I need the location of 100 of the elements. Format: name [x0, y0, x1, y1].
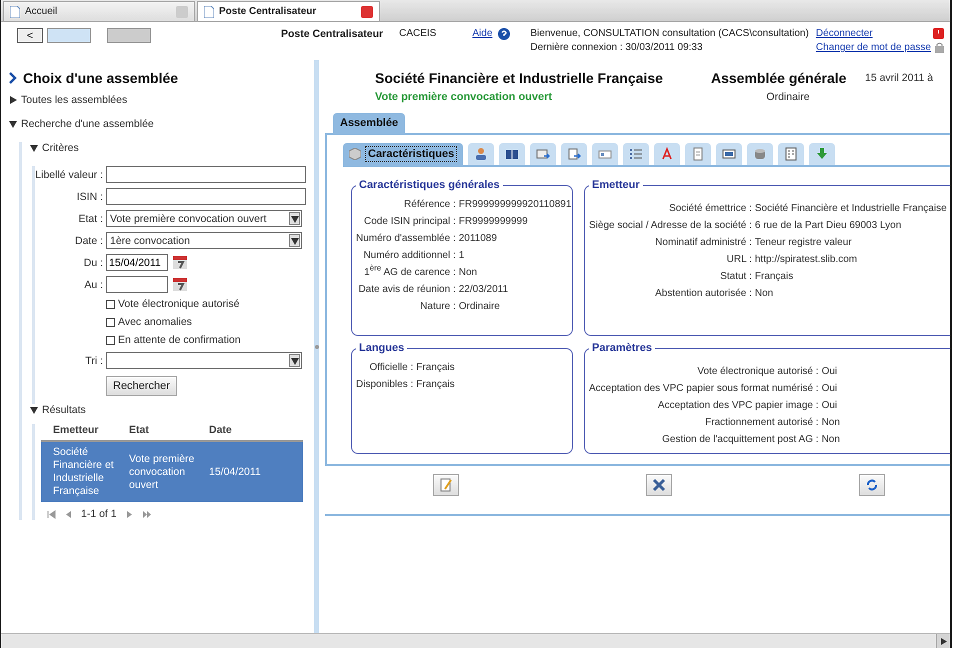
- browser-tab[interactable]: Poste Centralisateur: [197, 1, 380, 21]
- field-value: FR9999999999: [458, 216, 529, 228]
- field-label: Abstention autorisée :: [654, 288, 752, 300]
- icon-tab[interactable]: [747, 143, 774, 165]
- triangle-down-icon: [290, 214, 298, 222]
- browser-tab[interactable]: Accueil: [3, 1, 195, 21]
- lock-icon[interactable]: [935, 42, 944, 53]
- dropdown-icon[interactable]: [289, 234, 300, 247]
- icon-tab[interactable]: [685, 143, 712, 165]
- field-value: Français: [416, 362, 456, 374]
- calendar-icon[interactable]: [172, 276, 188, 292]
- group-title: Emetteur: [591, 179, 641, 191]
- field-label: Code ISIN principal :: [363, 216, 456, 228]
- back-button[interactable]: <: [17, 28, 43, 43]
- meeting-date: 15 avril 2011 à: [865, 71, 934, 86]
- field-label: Référence :: [403, 199, 456, 211]
- select-field[interactable]: Vote première convocation ouvert: [106, 210, 302, 227]
- field-label: Statut :: [719, 271, 752, 283]
- field-label: Du :: [82, 256, 103, 268]
- triangle-down-icon: [30, 406, 38, 414]
- first-page-icon[interactable]: [47, 510, 56, 518]
- edit-button[interactable]: [433, 474, 459, 496]
- tab[interactable]: Caractéristiques: [343, 143, 464, 165]
- scroll-right-icon[interactable]: [940, 638, 946, 644]
- date-field[interactable]: 15/04/2011: [106, 254, 168, 271]
- section-toggle[interactable]: Critères: [30, 142, 311, 154]
- icon-tab[interactable]: [778, 143, 804, 165]
- field-label: Nominatif administré :: [654, 237, 752, 249]
- search-button[interactable]: Rechercher: [106, 376, 177, 396]
- next-page-icon[interactable]: [124, 510, 134, 518]
- field-value: 1: [458, 250, 466, 262]
- edit-icon: [439, 478, 453, 492]
- checkbox[interactable]: [106, 318, 115, 326]
- delete-button[interactable]: [646, 474, 672, 496]
- power-icon[interactable]: [933, 28, 944, 39]
- field-value: Non: [822, 417, 841, 429]
- checkbox-label: Avec anomalies: [118, 316, 192, 328]
- field-value: Oui: [822, 383, 838, 395]
- splitter-handle-icon[interactable]: [315, 344, 319, 348]
- select-field[interactable]: 1ère convocation: [106, 232, 302, 249]
- field-label: Fractionnement autorisé :: [704, 417, 819, 429]
- field-label: Nature :: [419, 301, 456, 313]
- dropdown-icon[interactable]: [289, 212, 300, 225]
- logout-link[interactable]: Déconnecter: [816, 28, 873, 39]
- field-label: Date avis de réunion :: [357, 284, 456, 296]
- calendar-icon[interactable]: [172, 254, 188, 270]
- list-icon: [629, 147, 644, 161]
- icon-tab[interactable]: [561, 143, 588, 165]
- close-icon[interactable]: [361, 6, 373, 18]
- field-value: Non: [822, 434, 841, 446]
- icon-tab[interactable]: [623, 143, 650, 165]
- refresh-button[interactable]: [859, 474, 885, 496]
- chevron-icon: [9, 72, 17, 84]
- text-field[interactable]: [106, 188, 306, 205]
- checkbox-label: En attente de confirmation: [118, 334, 241, 346]
- group-title: Caractéristiques générales: [358, 179, 501, 191]
- icon-tab[interactable]: [809, 143, 836, 165]
- scrollbar[interactable]: [1, 633, 950, 648]
- section-toggle[interactable]: Recherche d'une assemblée: [9, 118, 311, 130]
- database-icon: [753, 147, 768, 161]
- result-row[interactable]: Société Financière et Industrielle Française Vote première convocation ouvert 15/04/2011: [41, 442, 303, 502]
- text-field[interactable]: [106, 166, 306, 183]
- select-field[interactable]: [106, 352, 302, 369]
- icon-tab[interactable]: [499, 143, 526, 165]
- section-toggle[interactable]: Toutes les assemblées: [9, 94, 311, 106]
- page-icon: [10, 6, 20, 18]
- field-value: Français: [754, 271, 794, 283]
- icon-tab[interactable]: [530, 143, 556, 165]
- dropdown-icon[interactable]: [289, 354, 300, 367]
- field-label: Officielle :: [368, 362, 414, 374]
- field-label: Tri :: [84, 354, 103, 366]
- icon-tab[interactable]: [592, 143, 618, 165]
- icon-tab[interactable]: [716, 143, 742, 165]
- triangle-down-icon: [30, 144, 38, 152]
- field-value: Société Financière et Industrielle Française: [754, 203, 948, 215]
- section-toggle[interactable]: Résultats: [30, 404, 311, 416]
- section-tab[interactable]: Assemblée: [333, 113, 406, 133]
- field-label: Acceptation des VPC papier sous format numérisé :: [589, 383, 819, 395]
- field-value: http://spiratest.slib.com: [754, 254, 858, 266]
- group-title: Langues: [358, 342, 406, 354]
- column-header: Etat: [129, 424, 150, 436]
- help-icon[interactable]: [498, 28, 510, 40]
- field-label: ISIN :: [76, 190, 103, 202]
- field-value: 6 rue de la Part Dieu 69003 Lyon: [754, 220, 902, 232]
- field-label: 1$^{ère}$ AG de carence :: [363, 267, 456, 279]
- change-password-link[interactable]: Changer de mot de passe: [816, 42, 931, 53]
- previous-page-icon[interactable]: [64, 510, 73, 518]
- help-link[interactable]: Aide: [472, 28, 492, 39]
- company-name: CACEIS: [399, 28, 436, 41]
- icon-tab[interactable]: [468, 143, 494, 165]
- checkbox[interactable]: [106, 336, 115, 344]
- app-title: Poste Centralisateur: [281, 28, 384, 42]
- last-page-icon[interactable]: [142, 510, 152, 518]
- triangle-down-icon: [290, 236, 298, 244]
- icon-tab[interactable]: [654, 143, 680, 165]
- field-value: Non: [754, 288, 774, 300]
- field-label: Numéro d'assemblée :: [356, 233, 456, 245]
- field-label: Disponibles :: [356, 379, 414, 391]
- date-field[interactable]: [106, 276, 168, 293]
- checkbox[interactable]: [106, 300, 115, 308]
